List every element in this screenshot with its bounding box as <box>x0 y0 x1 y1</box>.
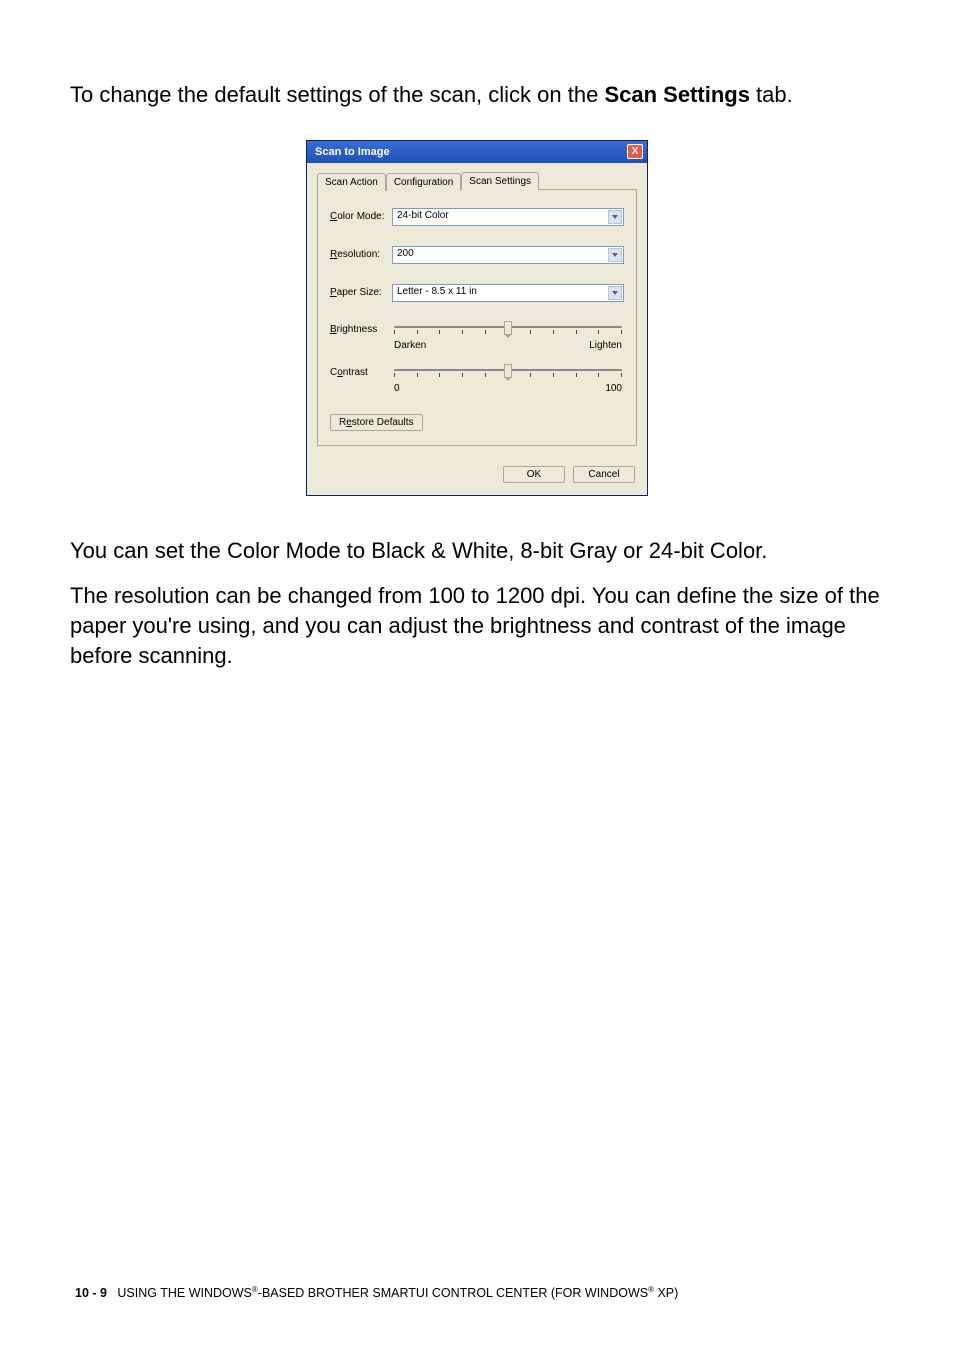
resolution-row: Resolution: 200 <box>330 246 624 264</box>
tab-strip: Scan Action Configuration Scan Settings <box>317 172 637 190</box>
brightness-max-label: Lighten <box>589 340 622 351</box>
dialog-title: Scan to Image <box>315 146 390 158</box>
page-footer: 10 - 9 USING THE WINDOWS®-BASED BROTHER … <box>75 1285 879 1300</box>
restore-defaults-button[interactable]: Restore Defaults <box>330 414 423 431</box>
slider-thumb[interactable] <box>504 321 512 335</box>
resolution-label: Resolution: <box>330 249 392 260</box>
color-mode-label: Color Mode: <box>330 211 392 222</box>
intro-post: tab. <box>750 82 793 107</box>
intro-pre: To change the default settings of the sc… <box>70 82 604 107</box>
brightness-label: Brightness <box>330 322 392 351</box>
tab-scan-action[interactable]: Scan Action <box>317 173 386 191</box>
footer-text-pre: USING THE WINDOWS <box>117 1286 252 1300</box>
contrast-slider[interactable] <box>392 365 624 381</box>
cancel-button[interactable]: Cancel <box>573 466 635 483</box>
brightness-slider[interactable] <box>392 322 624 338</box>
resolution-value: 200 <box>397 248 414 259</box>
slider-thumb[interactable] <box>504 364 512 378</box>
footer-text-post: XP) <box>654 1286 678 1300</box>
paper-size-select[interactable]: Letter - 8.5 x 11 in <box>392 284 624 302</box>
contrast-slider-area: 0 100 <box>392 365 624 394</box>
contrast-max-label: 100 <box>605 383 622 394</box>
color-mode-value: 24-bit Color <box>397 210 449 221</box>
resolution-select[interactable]: 200 <box>392 246 624 264</box>
color-mode-select[interactable]: 24-bit Color <box>392 208 624 226</box>
paper-size-row: Paper Size: Letter - 8.5 x 11 in <box>330 284 624 302</box>
contrast-min-label: 0 <box>394 383 400 394</box>
paragraph-color-mode: You can set the Color Mode to Black & Wh… <box>70 536 884 566</box>
intro-bold: Scan Settings <box>604 82 749 107</box>
paper-size-value: Letter - 8.5 x 11 in <box>397 286 477 297</box>
paper-size-label: Paper Size: <box>330 287 392 298</box>
brightness-min-label: Darken <box>394 340 426 351</box>
document-page: To change the default settings of the sc… <box>0 0 954 726</box>
scan-settings-dialog: Scan to Image X Scan Action Configuratio… <box>306 140 648 496</box>
paragraph-resolution: The resolution can be changed from 100 t… <box>70 581 884 670</box>
page-number: 10 - 9 <box>75 1286 107 1300</box>
footer-text-mid: -BASED BROTHER SMARTUI CONTROL CENTER (F… <box>258 1286 648 1300</box>
color-mode-row: Color Mode: 24-bit Color <box>330 208 624 226</box>
tab-scan-settings[interactable]: Scan Settings <box>461 172 539 190</box>
contrast-slider-labels: 0 100 <box>392 383 624 394</box>
contrast-row: Contrast 0 100 <box>330 365 624 394</box>
dialog-button-row: OK Cancel <box>307 456 647 495</box>
intro-paragraph: To change the default settings of the sc… <box>70 80 884 110</box>
brightness-row: Brightness Darken Lighten <box>330 322 624 351</box>
brightness-slider-labels: Darken Lighten <box>392 340 624 351</box>
chevron-down-icon <box>608 210 622 224</box>
chevron-down-icon <box>608 248 622 262</box>
ok-button[interactable]: OK <box>503 466 565 483</box>
tab-configuration[interactable]: Configuration <box>386 173 461 191</box>
dialog-titlebar: Scan to Image X <box>307 141 647 163</box>
close-button[interactable]: X <box>627 144 643 159</box>
dialog-body: Scan Action Configuration Scan Settings … <box>307 163 647 456</box>
tab-panel: Color Mode: 24-bit Color Resolution: 200… <box>317 189 637 446</box>
contrast-label: Contrast <box>330 365 392 394</box>
close-icon: X <box>632 147 639 157</box>
brightness-slider-area: Darken Lighten <box>392 322 624 351</box>
chevron-down-icon <box>608 286 622 300</box>
